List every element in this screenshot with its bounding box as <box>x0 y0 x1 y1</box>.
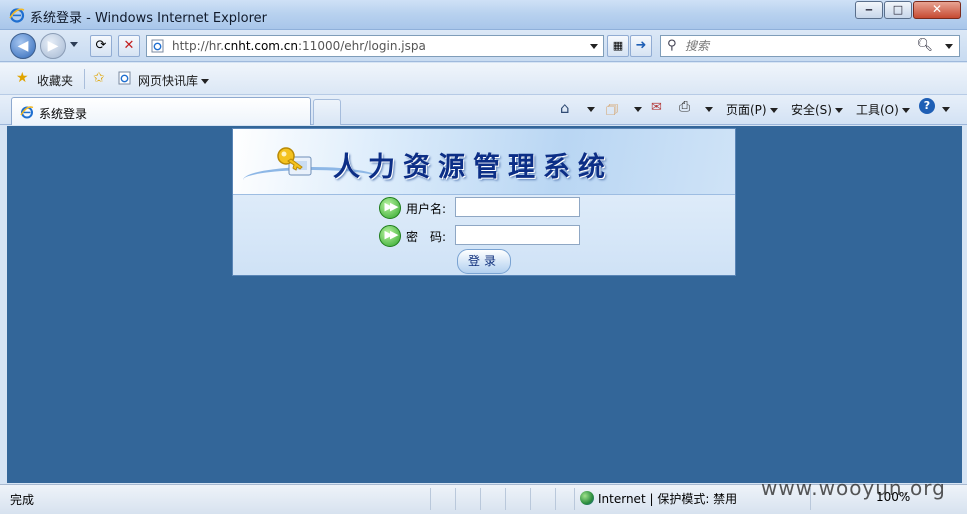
back-arrow-icon: ◀ <box>17 38 29 54</box>
ie-logo-icon <box>9 8 25 23</box>
search-box[interactable]: ⚲ 🔍︎ <box>660 35 960 57</box>
new-tab-button[interactable] <box>313 99 341 125</box>
search-icon[interactable]: 🔍︎ <box>916 38 933 53</box>
webslice-ie-icon <box>118 71 131 85</box>
navigation-bar: ◀ ▶ ⟳ ✕ http://hr.cnht.com.cn:11000/ehr/… <box>0 30 967 62</box>
compatibility-view-button[interactable]: ⟳ <box>90 35 112 57</box>
go-arrow-icon: ➜ <box>635 38 647 53</box>
username-label: 用户名: <box>406 202 447 216</box>
maximize-button[interactable]: □ <box>884 1 912 19</box>
search-options-dropdown-icon[interactable] <box>945 44 953 49</box>
minimize-icon: ‒ <box>865 3 873 16</box>
system-title: 人力资源管理系统 <box>333 152 613 183</box>
password-arrow-icon: ▶▶ <box>379 225 401 247</box>
favorites-button[interactable]: 收藏夹 <box>37 72 73 89</box>
page-icon <box>151 39 164 53</box>
login-banner: 人力资源管理系统 <box>233 129 735 195</box>
window-title: 系统登录 - Windows Internet Explorer <box>30 11 267 26</box>
help-dropdown-icon[interactable] <box>942 107 950 112</box>
password-label: 密 码: <box>406 230 447 244</box>
login-panel: 人力资源管理系统 ▶▶ 用户名: ▶▶ 密 码: 登录 <box>232 128 736 276</box>
status-text: 完成 <box>10 493 35 507</box>
print-icon[interactable]: ⎙ <box>679 99 690 115</box>
search-input[interactable] <box>685 38 915 54</box>
security-zone[interactable]: Internet | 保护模式: 禁用 <box>580 490 737 507</box>
stop-icon: ✕ <box>123 38 135 53</box>
mail-icon[interactable]: ✉ <box>651 100 662 115</box>
url-text: http://hr.cnht.com.cn:11000/ehr/login.js… <box>172 39 426 53</box>
tab-login[interactable]: 系统登录 <box>11 97 311 125</box>
page-menu[interactable]: 页面(P) <box>726 101 778 118</box>
watermark: www.wooyun.org <box>761 476 946 500</box>
password-input[interactable] <box>455 225 580 245</box>
favorites-bar: ★ 收藏夹 ✩ 网页快讯库 <box>0 63 967 95</box>
internet-globe-icon <box>580 491 594 505</box>
home-dropdown-icon[interactable] <box>587 107 595 112</box>
window-titlebar: 系统登录 - Windows Internet Explorer ‒ □ ✕ <box>0 0 967 30</box>
back-button[interactable]: ◀ <box>10 33 36 59</box>
compat-icon: ▦ <box>612 39 624 52</box>
username-arrow-icon: ▶▶ <box>379 197 401 219</box>
compat-button[interactable]: ▦ <box>607 35 629 57</box>
favorites-star-icon: ★ <box>16 70 29 86</box>
webslice-gallery-button[interactable]: 网页快讯库 <box>138 72 210 89</box>
feeds-icon[interactable]: 🗇︎ <box>606 101 618 123</box>
safety-menu[interactable]: 安全(S) <box>791 101 843 118</box>
address-bar[interactable]: http://hr.cnht.com.cn:11000/ehr/login.js… <box>146 35 604 57</box>
print-dropdown-icon[interactable] <box>705 107 713 112</box>
username-input[interactable] <box>455 197 580 217</box>
tools-menu[interactable]: 工具(O) <box>856 101 910 118</box>
login-button[interactable]: 登录 <box>457 249 511 274</box>
close-icon: ✕ <box>931 2 943 16</box>
forward-button[interactable]: ▶ <box>40 33 66 59</box>
page-viewport: 人力资源管理系统 ▶▶ 用户名: ▶▶ 密 码: 登录 <box>7 126 962 483</box>
maximize-icon: □ <box>892 3 904 16</box>
home-icon[interactable]: ⌂ <box>560 99 570 117</box>
key-logo-icon <box>277 147 312 176</box>
add-favorite-icon[interactable]: ✩ <box>93 70 105 86</box>
stop-button[interactable]: ✕ <box>118 35 140 57</box>
close-button[interactable]: ✕ <box>913 1 961 19</box>
search-provider-icon: ⚲ <box>667 38 677 53</box>
refresh-icon: ⟳ <box>95 38 107 53</box>
minimize-button[interactable]: ‒ <box>855 1 883 19</box>
tab-ie-icon <box>20 106 34 119</box>
go-button[interactable]: ➜ <box>630 35 652 57</box>
address-dropdown-icon[interactable] <box>590 44 598 49</box>
history-dropdown-icon[interactable] <box>70 42 78 47</box>
help-icon[interactable]: ? <box>919 98 935 114</box>
feeds-dropdown-icon[interactable] <box>634 107 642 112</box>
forward-arrow-icon: ▶ <box>47 38 59 54</box>
tab-bar: 系统登录 ⌂ 🗇︎ ✉ ⎙ 页面(P) 安全(S) 工具(O) ? <box>0 95 967 125</box>
tab-label: 系统登录 <box>39 107 88 121</box>
